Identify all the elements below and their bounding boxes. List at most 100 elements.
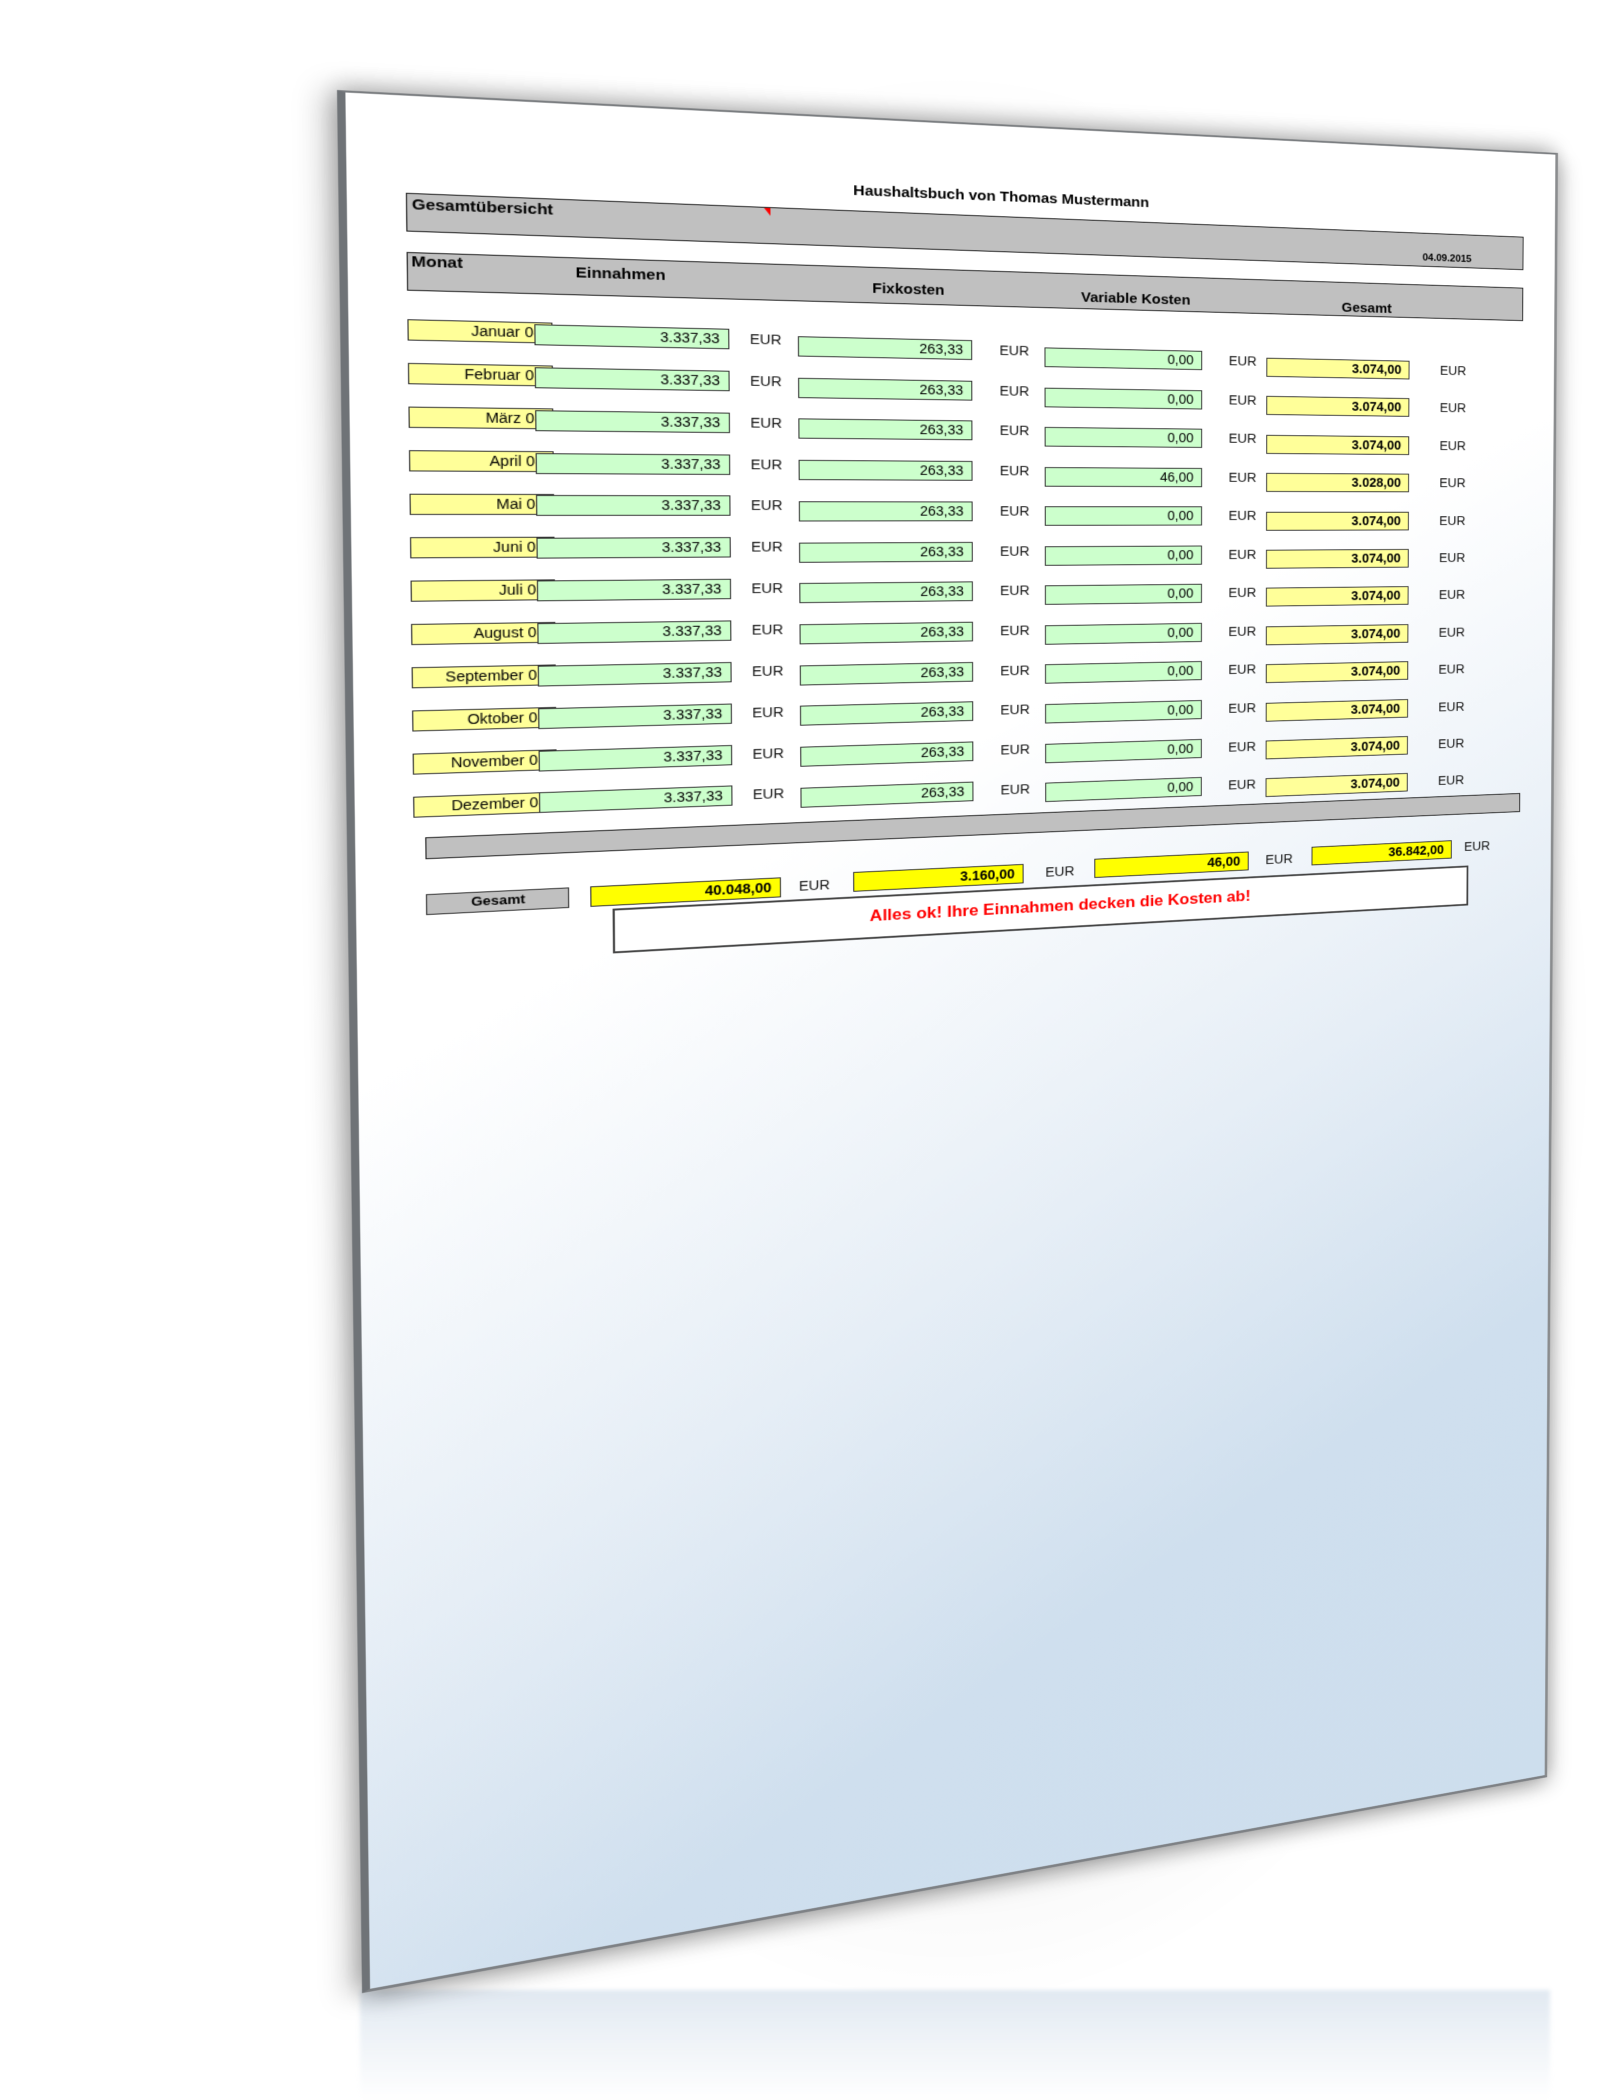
currency-label: EUR: [999, 423, 1030, 439]
month-cell[interactable]: Januar 08: [407, 319, 553, 344]
variable-costs-cell[interactable]: 0,00: [1045, 777, 1202, 803]
currency-label: EUR: [1228, 738, 1256, 754]
currency-label: EUR: [1438, 624, 1465, 640]
currency-label: EUR: [1439, 400, 1467, 416]
currency-label: EUR: [1438, 735, 1465, 751]
currency-label: EUR: [1228, 469, 1257, 485]
month-cell[interactable]: März 08: [408, 406, 554, 430]
currency-label: EUR: [1228, 546, 1257, 562]
currency-label: EUR: [1265, 851, 1293, 867]
currency-label: EUR: [1228, 430, 1257, 446]
fixed-costs-cell[interactable]: 263,33: [799, 701, 974, 727]
income-cell[interactable]: 3.337,33: [534, 367, 730, 392]
fixed-costs-cell[interactable]: 263,33: [800, 781, 974, 808]
variable-costs-cell[interactable]: 0,00: [1044, 622, 1202, 645]
currency-label: EUR: [751, 662, 784, 679]
currency-label: EUR: [750, 414, 782, 431]
income-cell[interactable]: 3.337,33: [538, 785, 733, 814]
variable-costs-cell[interactable]: 0,00: [1044, 584, 1202, 606]
currency-label: EUR: [752, 785, 785, 803]
variable-costs-cell[interactable]: 0,00: [1044, 347, 1203, 371]
income-cell[interactable]: 3.337,33: [538, 744, 733, 772]
status-message: Alles ok! Ihre Einnahmen decken die Kost…: [869, 887, 1251, 925]
income-cell[interactable]: 3.337,33: [537, 661, 732, 687]
total-cell[interactable]: 3.074,00: [1265, 586, 1409, 607]
income-cell[interactable]: 3.337,33: [535, 409, 730, 433]
currency-label: EUR: [1228, 662, 1257, 678]
income-cell[interactable]: 3.337,33: [536, 537, 731, 559]
currency-label: EUR: [749, 331, 782, 348]
fixed-costs-cell[interactable]: 263,33: [798, 377, 973, 401]
currency-label: EUR: [1000, 622, 1030, 639]
total-cell[interactable]: 3.074,00: [1266, 511, 1409, 531]
column-header-income: Einnahmen: [575, 264, 666, 284]
fixed-costs-cell[interactable]: 263,33: [799, 621, 974, 645]
variable-costs-cell[interactable]: 0,00: [1044, 427, 1203, 448]
total-cell[interactable]: 3.074,00: [1266, 434, 1410, 455]
total-cell[interactable]: 3.074,00: [1265, 661, 1409, 684]
variable-costs-cell[interactable]: 0,00: [1045, 661, 1202, 685]
income-cell[interactable]: 3.337,33: [536, 578, 732, 602]
total-cell[interactable]: 3.074,00: [1265, 736, 1408, 760]
currency-label: EUR: [1045, 863, 1075, 880]
column-header-total: Gesamt: [1341, 299, 1392, 317]
month-cell[interactable]: Juli 08: [410, 579, 556, 602]
section-label: Gesamtübersicht: [411, 196, 554, 219]
grand-total-cell[interactable]: 36.842,00: [1311, 840, 1452, 866]
currency-label: EUR: [752, 744, 784, 762]
total-cell[interactable]: 3.074,00: [1265, 698, 1409, 722]
month-cell[interactable]: April 08: [408, 450, 554, 473]
currency-label: EUR: [752, 703, 784, 720]
income-cell[interactable]: 3.337,33: [536, 495, 731, 517]
currency-label: EUR: [1438, 587, 1466, 602]
income-cell[interactable]: 3.337,33: [538, 703, 732, 729]
month-cell[interactable]: August 08: [411, 621, 556, 646]
income-cell[interactable]: 3.337,33: [537, 620, 732, 644]
currency-label: EUR: [1228, 623, 1257, 639]
fixed-costs-cell[interactable]: 263,33: [799, 581, 973, 604]
currency-label: EUR: [1000, 701, 1030, 718]
total-cell[interactable]: 3.074,00: [1266, 396, 1410, 418]
currency-label: EUR: [1228, 353, 1257, 369]
comment-indicator-icon[interactable]: [764, 207, 771, 216]
month-cell[interactable]: Februar 08: [407, 362, 554, 387]
currency-label: EUR: [1438, 698, 1465, 714]
month-cell[interactable]: Juni 08: [409, 536, 555, 559]
currency-label: EUR: [750, 456, 783, 472]
total-fixed-costs-cell[interactable]: 3.160,00: [853, 863, 1024, 892]
fixed-costs-cell[interactable]: 263,33: [798, 418, 973, 441]
fixed-costs-cell[interactable]: 263,33: [799, 541, 973, 563]
variable-costs-cell[interactable]: 0,00: [1044, 545, 1203, 566]
fixed-costs-cell[interactable]: 263,33: [800, 741, 974, 767]
variable-costs-cell[interactable]: 0,00: [1045, 738, 1202, 763]
page-reflection: [360, 1990, 1550, 2100]
fixed-costs-cell[interactable]: 263,33: [799, 661, 974, 686]
total-cell[interactable]: 3.028,00: [1266, 473, 1410, 493]
currency-label: EUR: [1228, 700, 1256, 716]
month-cell[interactable]: September 08: [411, 664, 556, 689]
currency-label: EUR: [1439, 363, 1467, 378]
total-cell[interactable]: 3.074,00: [1266, 357, 1410, 380]
fixed-costs-cell[interactable]: 263,33: [798, 459, 973, 481]
currency-label: EUR: [751, 621, 784, 638]
variable-costs-cell[interactable]: 0,00: [1045, 699, 1202, 724]
variable-costs-cell[interactable]: 0,00: [1044, 387, 1203, 410]
income-cell[interactable]: 3.337,33: [535, 452, 731, 475]
month-cell[interactable]: Oktober 08: [412, 706, 557, 732]
fixed-costs-cell[interactable]: 263,33: [798, 501, 973, 522]
total-cell[interactable]: 3.074,00: [1265, 623, 1409, 646]
column-header-month: Monat: [411, 253, 463, 272]
total-cell[interactable]: 3.074,00: [1265, 773, 1408, 798]
variable-costs-cell[interactable]: 0,00: [1044, 506, 1203, 526]
month-cell[interactable]: Mai 08: [409, 493, 555, 515]
column-header-variable-costs: Variable Kosten: [1081, 289, 1191, 309]
total-cell[interactable]: 3.074,00: [1265, 548, 1409, 569]
variable-costs-cell[interactable]: 46,00: [1044, 466, 1203, 487]
currency-label: EUR: [999, 463, 1030, 479]
total-variable-costs-cell[interactable]: 46,00: [1094, 851, 1249, 878]
month-cell[interactable]: Dezember 08: [413, 791, 558, 818]
fixed-costs-cell[interactable]: 263,33: [797, 336, 973, 361]
income-cell[interactable]: 3.337,33: [534, 324, 730, 350]
month-cell[interactable]: November 08: [412, 749, 557, 775]
document-page: Haushaltsbuch von Thomas Mustermann Gesa…: [337, 90, 1559, 1994]
